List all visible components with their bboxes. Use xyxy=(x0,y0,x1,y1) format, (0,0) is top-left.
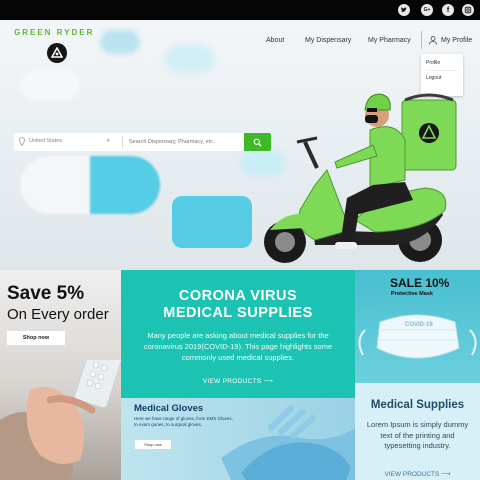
arrow-right-icon: ⟶ xyxy=(263,378,274,385)
corona-heading: CORONA VIRUS MEDICAL SUPPLIES xyxy=(163,288,313,321)
google-plus-icon[interactable]: G+ xyxy=(421,4,433,16)
supplies-description: Lorem Ipsum is simply dummy text of the … xyxy=(366,420,469,450)
menu-item-profile[interactable]: Profile xyxy=(426,60,440,66)
capsule-decoration xyxy=(172,196,252,248)
twitter-icon[interactable] xyxy=(398,4,410,16)
capsule-decoration xyxy=(100,30,140,54)
chevron-down-icon[interactable]: ▾ xyxy=(107,138,110,144)
brand-logo-text[interactable]: GREEN RYDER xyxy=(14,28,94,37)
nav-my-profile[interactable]: My Profile xyxy=(441,37,472,44)
supplies-view-products-link[interactable]: VIEW PRODUCTS ⟶ xyxy=(355,470,480,478)
search-divider xyxy=(122,136,123,148)
gloves-description: Here we have range of gloves, from EMS G… xyxy=(134,416,233,427)
mask-print-text: COVID-19 xyxy=(405,322,433,328)
promo-gloves-tile[interactable]: Medical Gloves Here we have range of glo… xyxy=(121,398,355,480)
view-products-link[interactable]: VIEW PRODUCTS ⟶ xyxy=(121,377,355,385)
mask-sale-subheading: Protective Mask xyxy=(391,291,433,297)
gloves-image xyxy=(221,405,355,480)
nav-about[interactable]: About xyxy=(266,37,284,44)
nav-my-dispensary[interactable]: My Dispensary xyxy=(305,37,351,44)
delivery-scooter-illustration xyxy=(264,93,457,263)
capsule-decoration xyxy=(165,45,215,73)
promo-mask-tile[interactable]: SALE 10% Protective Mask COVID-19 xyxy=(355,270,480,383)
location-pin-icon xyxy=(19,137,25,146)
nav-divider xyxy=(421,31,422,49)
brand-logo-icon[interactable] xyxy=(47,43,67,63)
search-input[interactable] xyxy=(129,135,239,149)
location-select[interactable]: United States xyxy=(29,138,62,144)
promo-save-subheading: On Every order xyxy=(7,306,109,323)
arrow-right-icon: ⟶ xyxy=(441,471,451,478)
search-bar: United States ▾ xyxy=(14,133,244,151)
supplies-heading: Medical Supplies xyxy=(370,399,465,411)
promo-supplies-tile[interactable]: Medical Supplies Lorem Ipsum is simply d… xyxy=(355,383,480,480)
hero-banner: GREEN RYDER About My Dispensary My Pharm… xyxy=(0,20,480,270)
promo-corona-tile[interactable]: CORONA VIRUS MEDICAL SUPPLIES Many peopl… xyxy=(121,270,355,398)
promo-save-heading: Save 5% xyxy=(7,283,85,304)
promo-save-tile[interactable]: Save 5% On Every order Shop now xyxy=(0,270,121,480)
instagram-icon[interactable] xyxy=(462,4,474,16)
capsule-decoration xyxy=(20,70,80,100)
capsule-decoration xyxy=(20,156,160,214)
shop-now-button[interactable]: Shop now xyxy=(7,331,65,345)
nav-my-pharmacy[interactable]: My Pharmacy xyxy=(368,37,411,44)
user-icon xyxy=(429,36,437,45)
facebook-icon[interactable]: f xyxy=(442,4,454,16)
mask-sale-heading: SALE 10% xyxy=(390,276,450,290)
corona-description: Many people are asking about medical sup… xyxy=(143,331,333,362)
gloves-heading: Medical Gloves xyxy=(134,403,204,414)
top-social-bar: G+ f xyxy=(0,0,480,20)
gloves-shop-now-button[interactable]: Shop now xyxy=(135,440,171,449)
face-mask-image xyxy=(358,314,477,359)
hand-with-pills-image xyxy=(0,360,121,480)
